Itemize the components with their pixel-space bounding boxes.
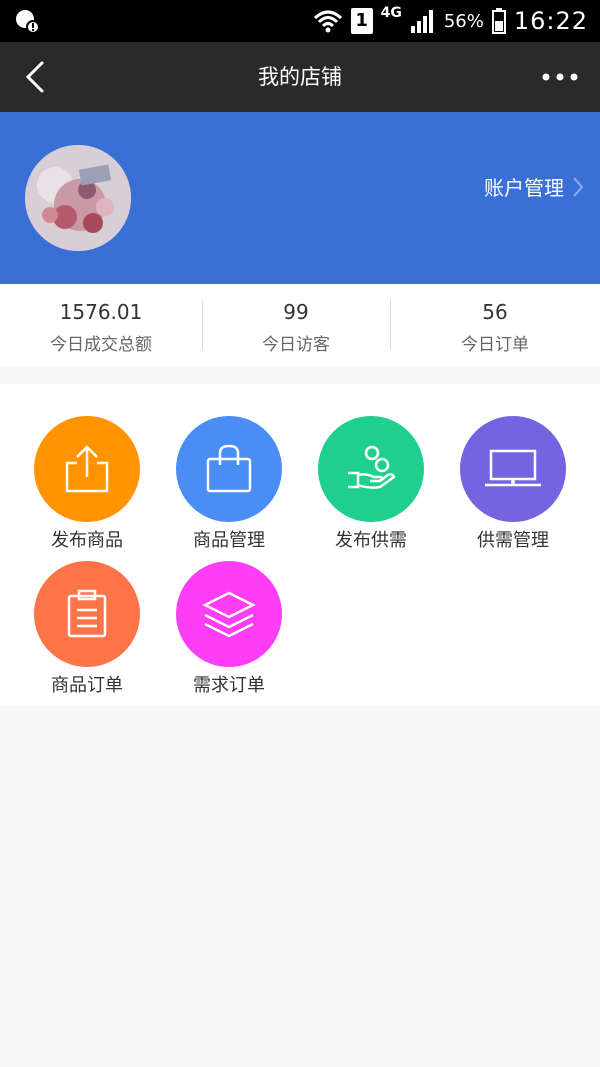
avatar-image [25,145,131,251]
chevron-right-icon [573,176,584,197]
function-grid: 发布商品 商品管理 发布供需 供需管理 商品订单 需求订单 [0,384,600,706]
page-title: 我的店铺 [258,65,342,89]
publish-product-button[interactable]: 发布商品 [16,416,158,552]
tile-label: 需求订单 [193,675,265,696]
stat-label: 今日订单 [461,335,529,355]
stat-value: 99 [283,300,309,324]
clipboard-icon [67,589,107,638]
tile-label: 商品管理 [193,530,265,551]
shop-banner: 账户管理 [0,112,600,284]
product-orders-button[interactable]: 商品订单 [16,561,158,697]
stat-visitors[interactable]: 99 今日访客 [202,284,390,366]
demand-orders-circle [176,561,282,667]
supply-demand-management-button[interactable]: 供需管理 [442,416,584,552]
publish-supply-demand-button[interactable]: 发布供需 [300,416,442,552]
stat-value: 1576.01 [59,300,143,324]
stat-label: 今日访客 [262,335,330,355]
today-stats: 1576.01 今日成交总额 99 今日访客 56 今日订单 [0,284,600,366]
tile-label: 发布供需 [335,530,407,551]
network-type: 4G [380,5,402,21]
tile-label: 供需管理 [477,530,549,551]
battery-percent: 56% [443,10,484,32]
nav-bar: 我的店铺 [0,42,600,112]
battery-icon [491,8,506,34]
product-management-circle [176,416,282,522]
notification-alert-icon [16,10,40,34]
more-options-icon[interactable] [542,64,578,90]
signal-icon [410,10,433,33]
hand-coins-icon [348,445,396,489]
product-management-button[interactable]: 商品管理 [158,416,300,552]
layers-icon [202,591,256,638]
account-management-label: 账户管理 [484,176,564,200]
stat-total-sales[interactable]: 1576.01 今日成交总额 [0,284,202,366]
tile-label: 发布商品 [51,530,123,551]
clock: 16:22 [513,7,588,35]
tile-label: 商品订单 [51,675,123,696]
publish-supply-demand-circle [318,416,424,522]
shopping-bag-icon [206,444,252,493]
status-bar: 1 4G 56% 16:22 [0,0,600,42]
sim-indicator: 1 [350,8,373,34]
account-management-link[interactable]: 账户管理 [484,172,584,201]
publish-product-circle [34,416,140,522]
supply-demand-management-circle [460,416,566,522]
laptop-icon [485,449,541,487]
upload-icon [65,445,109,493]
wifi-icon [313,10,342,33]
product-orders-circle [34,561,140,667]
stat-value: 56 [482,300,508,324]
stat-orders[interactable]: 56 今日订单 [390,284,600,366]
stat-label: 今日成交总额 [50,335,152,355]
shop-avatar[interactable] [25,145,131,251]
demand-orders-button[interactable]: 需求订单 [158,561,300,697]
